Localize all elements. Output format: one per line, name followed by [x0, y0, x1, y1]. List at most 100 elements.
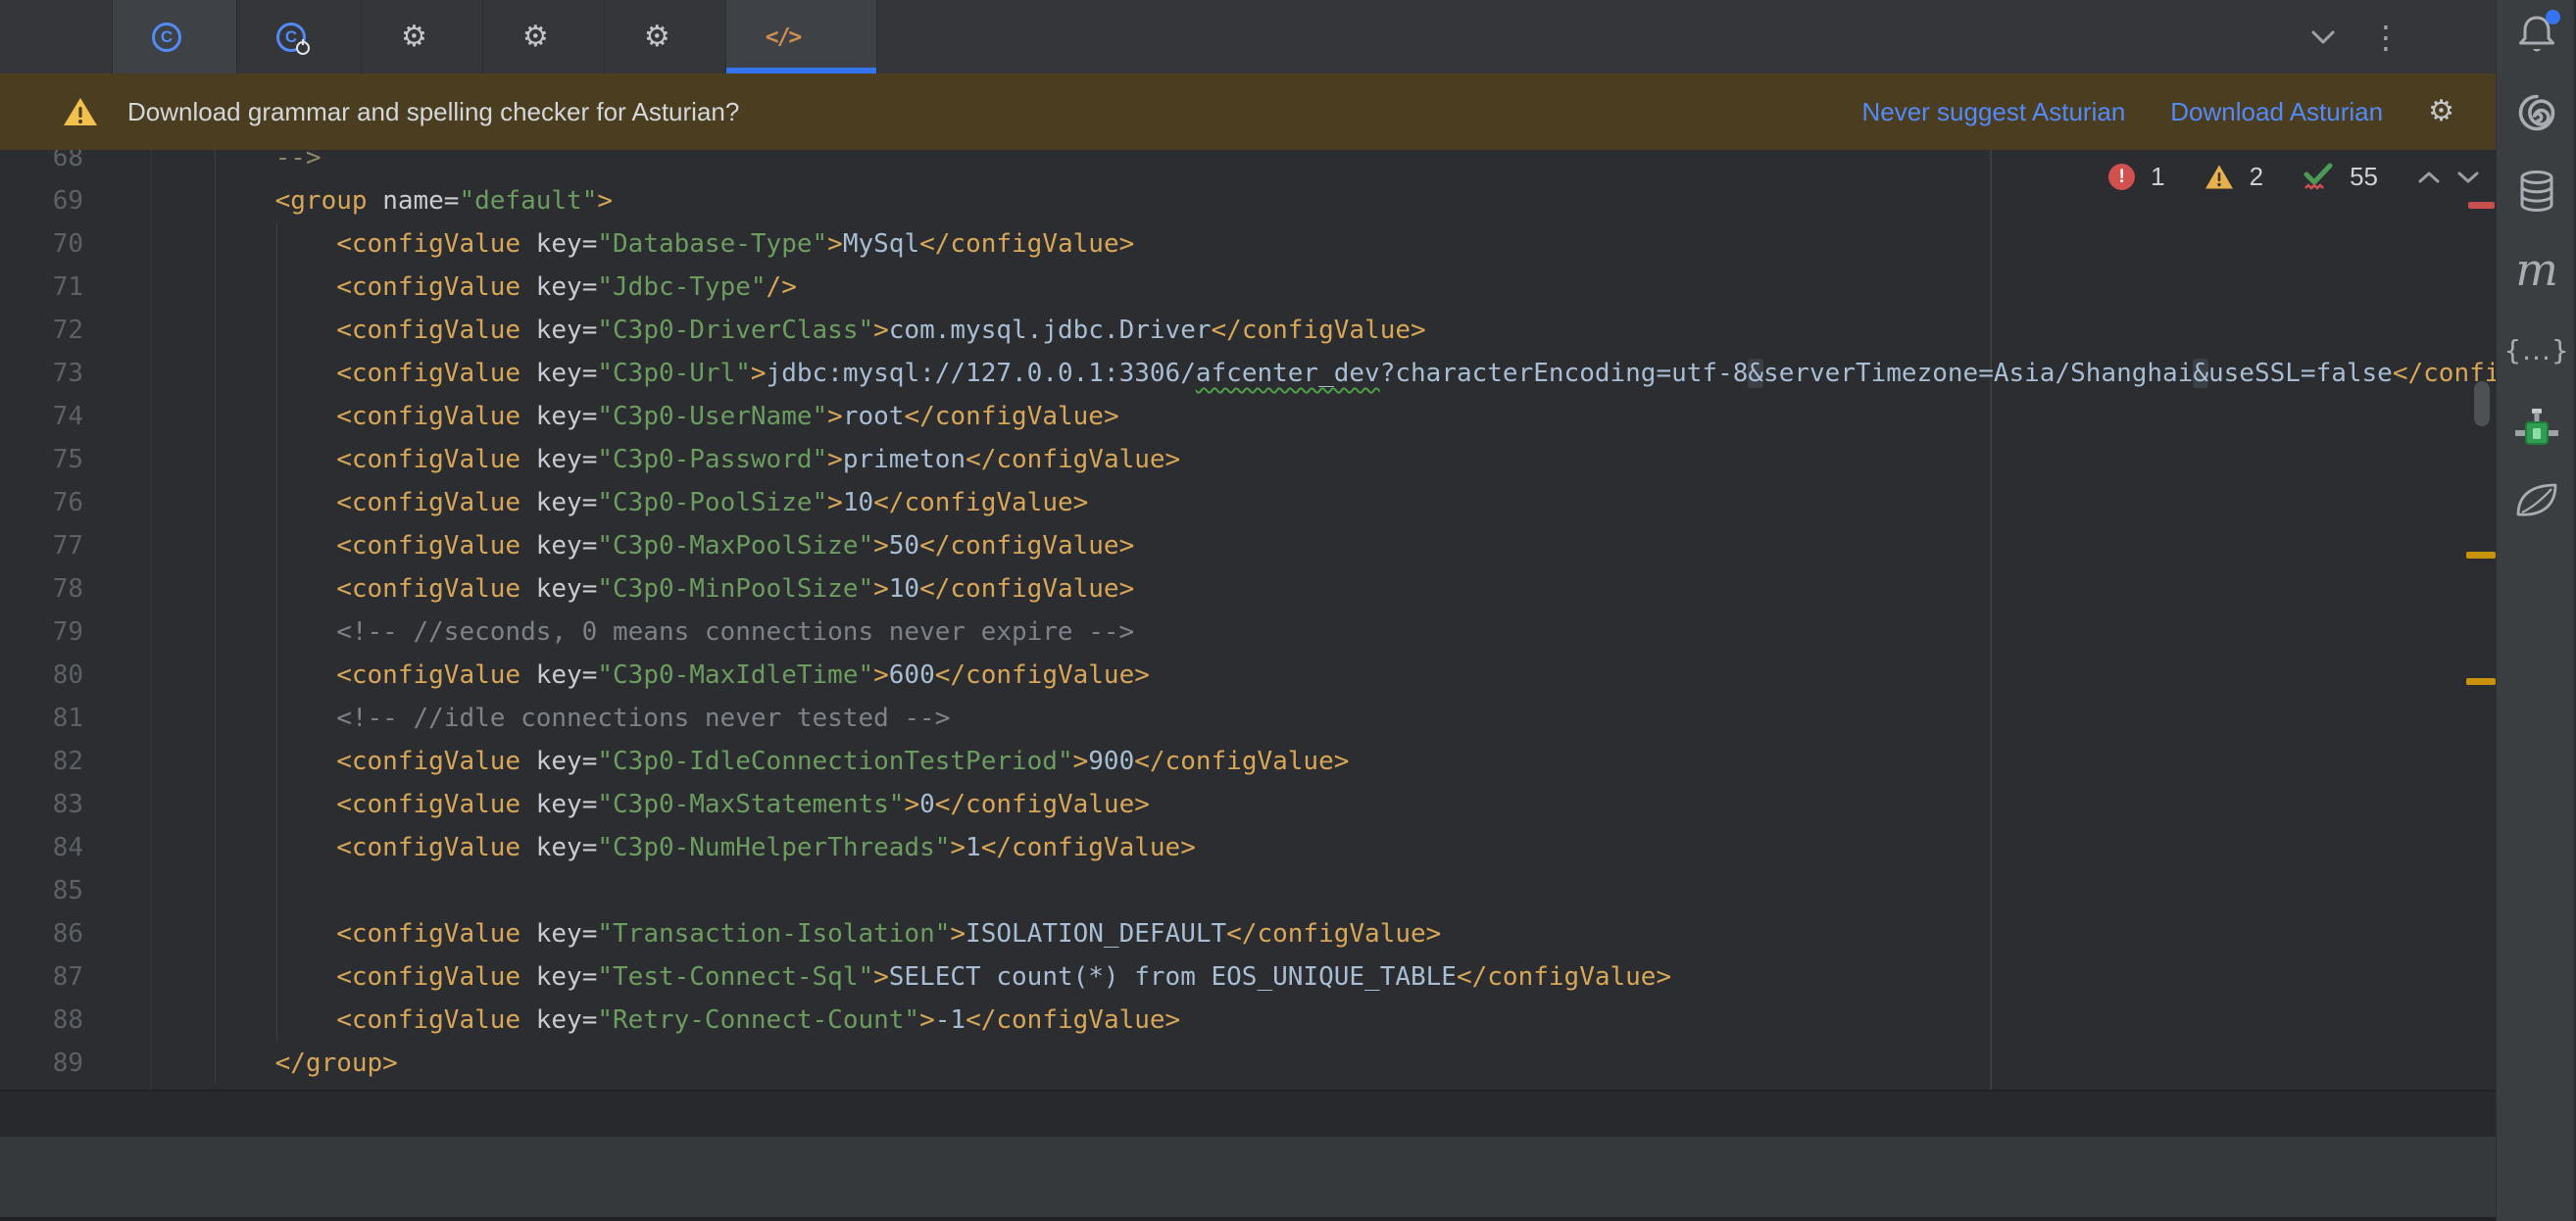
properties-gear-icon: ⚙: [644, 23, 670, 52]
typo-check-icon: [2303, 163, 2334, 192]
suggestion-banner: Download grammar and spelling checker fo…: [0, 73, 2496, 150]
line-number: 69: [0, 186, 83, 216]
code-line-78[interactable]: 78 <configValue key="C3p0-MinPoolSize">1…: [0, 567, 2496, 610]
editor-bottom-gap: [0, 1092, 2496, 1137]
tab-user-config-xml[interactable]: </>: [726, 0, 878, 73]
properties-gear-icon: ⚙: [522, 23, 549, 52]
code-editor[interactable]: 68 -->69 <group name="default"> 70 <confi…: [0, 150, 2496, 1092]
window-bottom-edge: [0, 1217, 2496, 1221]
code-line-89[interactable]: 89 </group>: [0, 1042, 2496, 1085]
line-number: 82: [0, 747, 83, 776]
code-line-77[interactable]: 77 <configValue key="C3p0-MaxPoolSize">5…: [0, 524, 2496, 567]
code-line-71[interactable]: 71 <configValue key="Jdbc-Type"/>: [0, 266, 2496, 309]
code-text: <!-- //seconds, 0 means connections neve…: [83, 617, 1134, 647]
properties-gear-icon: ⚙: [401, 23, 427, 52]
code-text: <configValue key="Test-Connect-Sql">SELE…: [83, 962, 1671, 992]
never-suggest-link[interactable]: Never suggest Asturian: [1861, 97, 2125, 127]
code-text: <configValue key="C3p0-PoolSize">10</con…: [83, 488, 1088, 517]
code-text: <configValue key="C3p0-MaxStatements">0<…: [83, 790, 1150, 819]
code-text: <configValue key="Retry-Connect-Count">-…: [83, 1005, 1180, 1035]
run-class-icon: C: [276, 23, 306, 52]
line-number: 87: [0, 962, 83, 992]
code-text: <configValue key="Database-Type">MySql</…: [83, 229, 1134, 259]
tab-application-job-properties[interactable]: ⚙: [483, 0, 605, 73]
warning-icon: [63, 96, 98, 127]
line-number: 84: [0, 833, 83, 862]
endpoints-icon[interactable]: {...}: [2497, 324, 2576, 375]
code-line-84[interactable]: 84 <configValue key="C3p0-NumHelperThrea…: [0, 826, 2496, 869]
warning-stripe-mark[interactable]: [2466, 552, 2496, 559]
code-text: <configValue key="C3p0-UserName">root</c…: [83, 402, 1119, 431]
code-text: <configValue key="Transaction-Isolation"…: [83, 919, 1441, 949]
typo-count: 55: [2350, 162, 2378, 192]
code-text: </group>: [83, 1049, 398, 1078]
code-line-75[interactable]: 75 <configValue key="C3p0-Password">prim…: [0, 438, 2496, 481]
code-text: -->: [83, 150, 322, 172]
line-number: 73: [0, 359, 83, 388]
error-stripe-mark[interactable]: [2468, 202, 2495, 209]
ide-window: C C ⚙ ⚙ ⚙ </> ⋮ Download grammar and spelling…: [0, 0, 2576, 1221]
ai-assistant-icon[interactable]: [2497, 87, 2576, 138]
tab-options-kebab-icon[interactable]: ⋮: [2370, 22, 2402, 53]
tab-java[interactable]: [0, 0, 113, 73]
line-number: 83: [0, 790, 83, 819]
maven-icon[interactable]: m: [2497, 244, 2576, 295]
code-line-81[interactable]: 81 <!-- //idle connections never tested …: [0, 697, 2496, 740]
vertical-scrollbar-thumb[interactable]: [2474, 381, 2490, 426]
download-link[interactable]: Download Asturian: [2170, 97, 2383, 127]
code-text: <configValue key="C3p0-MaxPoolSize">50</…: [83, 531, 1134, 561]
tab-overflow-chevron-down-icon[interactable]: [2309, 29, 2337, 45]
code-line-80[interactable]: 80 <configValue key="C3p0-MaxIdleTime">6…: [0, 654, 2496, 697]
line-number: 79: [0, 617, 83, 647]
bottom-panel: [0, 1137, 2496, 1217]
inspections-widget[interactable]: ! 1 2 55: [2108, 162, 2480, 192]
notifications-bell-icon[interactable]: [2497, 9, 2576, 60]
line-number: 78: [0, 574, 83, 604]
xml-file-icon: </>: [766, 24, 801, 50]
code-text: <configValue key="C3p0-MaxIdleTime">600<…: [83, 660, 1150, 690]
device-hub-icon[interactable]: [2497, 403, 2576, 454]
code-line-72[interactable]: 72 <configValue key="C3p0-DriverClass">c…: [0, 309, 2496, 352]
class-icon: C: [152, 23, 181, 52]
tab-application-nacos-properties[interactable]: ⚙: [605, 0, 726, 73]
line-number: 89: [0, 1049, 83, 1078]
code-line-85[interactable]: 85: [0, 869, 2496, 912]
tab-Application-java[interactable]: C: [237, 0, 362, 73]
tab-application-properties[interactable]: ⚙: [362, 0, 483, 73]
line-number: 74: [0, 402, 83, 431]
code-line-83[interactable]: 83 <configValue key="C3p0-MaxStatements"…: [0, 783, 2496, 826]
code-line-73[interactable]: 73 <configValue key="C3p0-Url">jdbc:mysq…: [0, 352, 2496, 395]
code-line-76[interactable]: 76 <configValue key="C3p0-PoolSize">10</…: [0, 481, 2496, 524]
code-line-88[interactable]: 88 <configValue key="Retry-Connect-Count…: [0, 999, 2496, 1042]
banner-settings-gear-icon[interactable]: ⚙: [2428, 97, 2454, 126]
code-line-86[interactable]: 86 <configValue key="Transaction-Isolati…: [0, 912, 2496, 955]
code-line-79[interactable]: 79 <!-- //seconds, 0 means connections n…: [0, 610, 2496, 654]
warning-count: 2: [2250, 162, 2263, 192]
code-text: <!-- //idle connections never tested -->: [83, 704, 950, 733]
code-text: <group name="default">: [83, 186, 613, 216]
tab-StringUtil-class[interactable]: C: [113, 0, 237, 73]
code-line-74[interactable]: 74 <configValue key="C3p0-UserName">root…: [0, 395, 2496, 438]
database-icon[interactable]: [2497, 166, 2576, 217]
line-number: 81: [0, 704, 83, 733]
line-number: 68: [0, 150, 83, 172]
line-number: 75: [0, 445, 83, 474]
warning-triangle-icon: [2204, 164, 2234, 190]
right-tool-stripe: m {...}: [2496, 0, 2576, 1221]
warning-stripe-mark[interactable]: [2466, 678, 2496, 685]
line-number: 72: [0, 316, 83, 345]
error-icon: !: [2108, 164, 2135, 190]
code-line-87[interactable]: 87 <configValue key="Test-Connect-Sql">S…: [0, 955, 2496, 999]
banner-message: Download grammar and spelling checker fo…: [127, 97, 739, 127]
line-number: 85: [0, 876, 83, 905]
code-line-82[interactable]: 82 <configValue key="C3p0-IdleConnection…: [0, 740, 2496, 783]
line-number: 80: [0, 660, 83, 690]
line-number: 71: [0, 272, 83, 302]
code-line-70[interactable]: 70 <configValue key="Database-Type">MySq…: [0, 222, 2496, 266]
prev-problem-chevron-up-icon[interactable]: [2417, 171, 2441, 184]
code-text: <configValue key="C3p0-DriverClass">com.…: [83, 316, 1426, 345]
next-problem-chevron-down-icon[interactable]: [2456, 171, 2480, 184]
leaf-icon[interactable]: [2497, 474, 2576, 525]
error-count: 1: [2151, 162, 2164, 192]
code-text: <configValue key="C3p0-MinPoolSize">10</…: [83, 574, 1134, 604]
